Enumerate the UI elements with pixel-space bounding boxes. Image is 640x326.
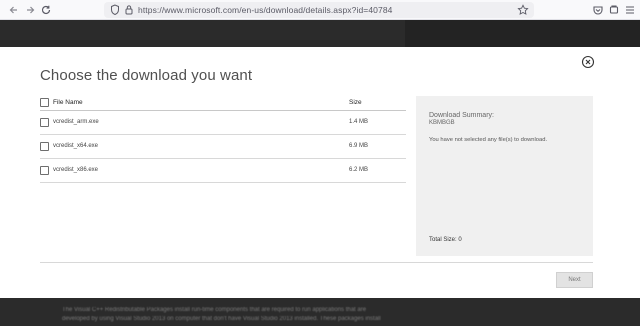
file-checkbox[interactable] — [40, 118, 49, 127]
summary-total-size: Total Size: 0 — [429, 237, 462, 243]
next-button[interactable]: Next — [556, 272, 593, 288]
column-header-file-name: File Name — [53, 99, 83, 106]
dialog-title: Choose the download you want — [40, 67, 253, 84]
file-table: File Name Size vcredist_arm.exe 1.4 MB v… — [40, 96, 406, 183]
download-summary-panel: Download Summary: KBMBGB You have not se… — [416, 96, 593, 256]
arrow-left-icon[interactable] — [6, 2, 22, 18]
arrow-right-icon[interactable] — [22, 2, 38, 18]
lock-icon[interactable] — [124, 4, 134, 16]
dialog-divider — [40, 262, 593, 263]
download-dialog: Choose the download you want File Name S… — [0, 47, 640, 298]
bookmark-star-icon[interactable] — [516, 3, 530, 17]
pocket-icon[interactable] — [590, 2, 606, 18]
file-name: vcredist_arm.exe — [53, 119, 99, 125]
page-header-block — [405, 20, 640, 47]
page-content-background: The Visual C++ Redistributable Packages … — [0, 298, 640, 326]
background-text-line: The Visual C++ Redistributable Packages … — [62, 307, 367, 313]
summary-size-units: KBMBGB — [429, 120, 455, 126]
select-all-checkbox[interactable] — [40, 98, 49, 107]
file-name: vcredist_x86.exe — [53, 167, 99, 173]
table-row[interactable]: vcredist_arm.exe 1.4 MB — [40, 111, 406, 135]
summary-message: You have not selected any file(s) to dow… — [429, 137, 548, 143]
background-text-line: developed by using Visual Studio 2013 on… — [62, 316, 381, 322]
summary-title: Download Summary: — [429, 112, 494, 119]
url-text[interactable]: https://www.microsoft.com/en-us/download… — [138, 4, 392, 16]
file-checkbox[interactable] — [40, 142, 49, 151]
file-name: vcredist_x64.exe — [53, 143, 99, 149]
extensions-icon[interactable] — [606, 2, 622, 18]
table-row[interactable]: vcredist_x86.exe 6.2 MB — [40, 159, 406, 183]
file-size: 6.9 MB — [349, 143, 369, 149]
reload-icon[interactable] — [38, 2, 54, 18]
file-checkbox[interactable] — [40, 166, 49, 175]
page-header-background — [0, 20, 640, 47]
table-row[interactable]: vcredist_x64.exe 6.9 MB — [40, 135, 406, 159]
table-header: File Name Size — [40, 96, 406, 111]
shield-icon[interactable] — [110, 4, 120, 16]
column-header-size: Size — [349, 99, 362, 106]
close-icon[interactable] — [581, 55, 595, 69]
menu-icon[interactable] — [622, 2, 638, 18]
browser-toolbar: https://www.microsoft.com/en-us/download… — [0, 0, 640, 20]
file-size: 1.4 MB — [349, 119, 369, 125]
close-button[interactable] — [581, 55, 595, 69]
url-bar[interactable]: https://www.microsoft.com/en-us/download… — [104, 2, 534, 18]
file-size: 6.2 MB — [349, 167, 369, 173]
